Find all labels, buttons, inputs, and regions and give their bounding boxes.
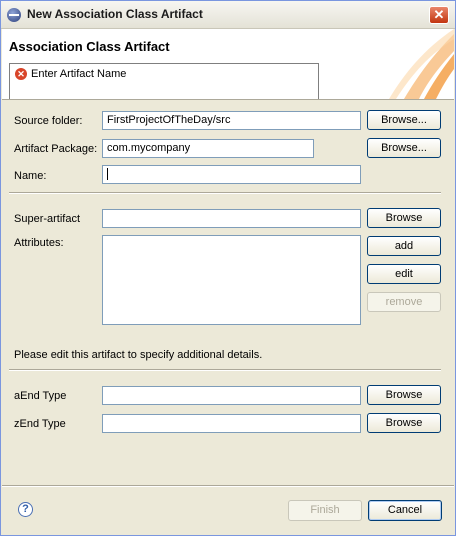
error-message: Enter Artifact Name bbox=[31, 68, 127, 80]
separator bbox=[9, 192, 441, 194]
zend-type-label: zEnd Type bbox=[14, 418, 66, 430]
error-icon: ✕ bbox=[15, 68, 27, 80]
edit-attribute-button[interactable]: edit bbox=[367, 264, 441, 284]
message-area: ✕ Enter Artifact Name bbox=[9, 63, 319, 99]
help-icon[interactable]: ? bbox=[18, 502, 33, 517]
page-title: Association Class Artifact bbox=[9, 39, 170, 54]
close-icon: ✕ bbox=[433, 7, 445, 22]
footer-separator bbox=[2, 485, 454, 487]
source-folder-label: Source folder: bbox=[14, 115, 83, 127]
banner-graphic bbox=[389, 29, 454, 99]
window-title: New Association Class Artifact bbox=[27, 7, 203, 21]
aend-type-field[interactable] bbox=[102, 386, 361, 405]
add-attribute-button[interactable]: add bbox=[367, 236, 441, 256]
aend-type-label: aEnd Type bbox=[14, 390, 67, 402]
artifact-package-field[interactable]: com.mycompany bbox=[102, 139, 314, 158]
attributes-label: Attributes: bbox=[14, 237, 64, 249]
attributes-list[interactable] bbox=[102, 235, 361, 325]
info-text: Please edit this artifact to specify add… bbox=[14, 349, 263, 361]
close-button[interactable]: ✕ bbox=[429, 6, 449, 24]
super-artifact-field[interactable] bbox=[102, 209, 361, 228]
dialog-window: New Association Class Artifact ✕ Associa… bbox=[0, 0, 456, 536]
name-field[interactable] bbox=[102, 165, 361, 184]
cancel-button[interactable]: Cancel bbox=[368, 500, 442, 521]
source-folder-field[interactable]: FirstProjectOfTheDay/src bbox=[102, 111, 361, 130]
name-label: Name: bbox=[14, 170, 47, 182]
browse-source-folder-button[interactable]: Browse... bbox=[367, 110, 441, 130]
finish-button[interactable]: Finish bbox=[288, 500, 362, 521]
super-artifact-label: Super-artifact bbox=[14, 213, 81, 225]
browse-super-artifact-button[interactable]: Browse bbox=[367, 208, 441, 228]
eclipse-icon bbox=[7, 8, 21, 22]
browse-aend-button[interactable]: Browse bbox=[367, 385, 441, 405]
browse-package-button[interactable]: Browse... bbox=[367, 138, 441, 158]
browse-zend-button[interactable]: Browse bbox=[367, 413, 441, 433]
wizard-header: Association Class Artifact ✕ Enter Artif… bbox=[2, 29, 454, 100]
remove-attribute-button[interactable]: remove bbox=[367, 292, 441, 312]
title-bar: New Association Class Artifact ✕ bbox=[1, 1, 455, 29]
separator bbox=[9, 369, 441, 371]
zend-type-field[interactable] bbox=[102, 414, 361, 433]
artifact-package-label: Artifact Package: bbox=[14, 143, 98, 155]
text-caret bbox=[107, 168, 108, 181]
